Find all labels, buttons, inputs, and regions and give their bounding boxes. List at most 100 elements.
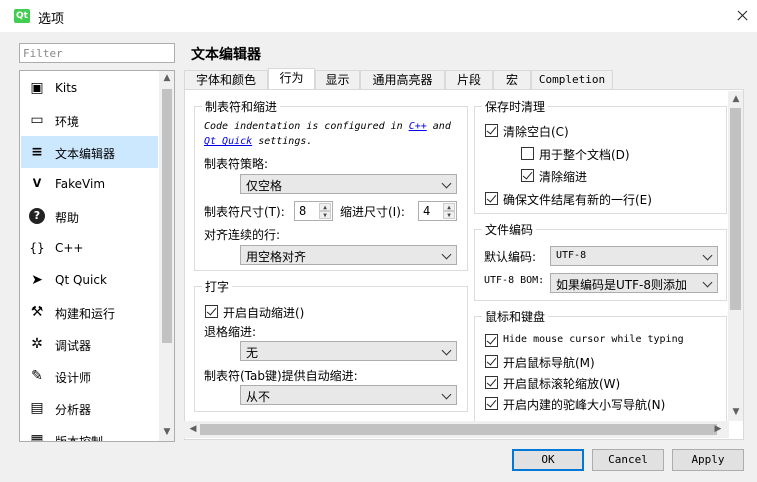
behavior-tab-panel: 制表符和缩进 Code indentation is configured in… <box>184 89 744 440</box>
scroll-down-icon[interactable]: ▼ <box>159 427 174 437</box>
sidebar-item-kits[interactable]: ▣ Kits <box>21 72 158 104</box>
tab-display[interactable]: 显示 <box>315 70 360 89</box>
group-title: 保存时清理 <box>482 98 549 115</box>
chevron-down-icon <box>441 178 452 189</box>
auto-indent-label: 开启自动缩进() <box>223 306 305 320</box>
clean-indentation-label: 清除缩进 <box>539 170 588 184</box>
help-icon: ? <box>29 208 45 224</box>
align-label: 对齐连续的行: <box>204 228 281 242</box>
spin-up-icon[interactable]: ▲ <box>319 203 331 211</box>
close-icon[interactable] <box>728 4 756 28</box>
indent-size-label: 缩进尺寸(I): <box>340 205 405 219</box>
filter-input[interactable] <box>23 44 173 62</box>
chevron-down-icon <box>441 345 452 356</box>
qt-logo-icon: Qt <box>14 9 30 23</box>
tab-policy-select[interactable]: 仅空格 <box>240 174 457 194</box>
tab-size-spinbox[interactable]: 8 ▲ ▼ <box>294 201 333 221</box>
default-encoding-label: 默认编码: <box>484 250 537 264</box>
indentation-info: Code indentation is configured in C++ an… <box>204 121 451 132</box>
sidebar-scrollbar[interactable]: ▲ ▼ <box>159 71 174 441</box>
scroll-left-icon[interactable]: ◀ <box>185 424 201 434</box>
utf8-bom-label: UTF-8 BOM: <box>484 275 545 286</box>
chevron-down-icon <box>702 277 713 288</box>
sidebar-item-fakevim[interactable]: ᐯ FakeVim <box>21 168 158 200</box>
tabs-indentation-group: 制表符和缩进 Code indentation is configured in… <box>194 98 468 271</box>
mouse-navigation-checkbox[interactable] <box>485 355 498 368</box>
clean-whitespace-label: 清除空白(C) <box>503 125 569 139</box>
chevron-down-icon <box>702 250 713 261</box>
clean-indentation-checkbox[interactable] <box>521 169 534 182</box>
mouse-keyboard-group: 鼠标和键盘 Hide mouse cursor while typing 开启鼠… <box>474 308 727 426</box>
wheel-zoom-label: 开启鼠标滚轮缩放(W) <box>503 377 621 391</box>
tab-key-select[interactable]: 从不 <box>240 385 457 405</box>
scroll-up-icon[interactable]: ▲ <box>159 73 174 83</box>
group-title: 打字 <box>202 278 233 295</box>
ok-button[interactable]: OK <box>512 449 584 471</box>
sidebar-item-debugger[interactable]: ✲ 调试器 <box>21 328 158 360</box>
tab-font-colors[interactable]: 字体和颜色 <box>184 70 268 89</box>
tab-size-label: 制表符尺寸(T): <box>204 205 285 219</box>
qtquick-settings-link[interactable]: Qt Quick <box>204 136 252 147</box>
tab-key-label: 制表符(Tab键)提供自动缩进: <box>204 369 358 383</box>
chevron-down-icon <box>441 389 452 400</box>
sidebar-item-version-control[interactable]: ▦ 版本控制 <box>21 424 158 442</box>
sidebar-item-help[interactable]: ? 帮助 <box>21 200 158 232</box>
mouse-navigation-label: 开启鼠标导航(M) <box>503 356 595 370</box>
indent-size-spinbox[interactable]: 4 ▲ ▼ <box>418 201 457 221</box>
panel-vertical-scrollbar[interactable]: ▲ ▼ <box>728 91 743 421</box>
auto-indent-checkbox[interactable] <box>205 305 218 318</box>
hide-cursor-label: Hide mouse cursor while typing <box>503 334 684 345</box>
scroll-down-icon[interactable]: ▼ <box>728 407 744 417</box>
scrollbar-thumb[interactable] <box>730 108 741 310</box>
camelcase-navigation-label: 开启内建的驼峰大小写导航(N) <box>503 398 666 412</box>
entire-document-label: 用于整个文档(D) <box>539 148 630 162</box>
panel-horizontal-scrollbar[interactable]: ◀ ▶ <box>184 421 729 438</box>
chevron-down-icon <box>441 249 452 260</box>
sidebar-item-build-run[interactable]: ⚒ 构建和运行 <box>21 296 158 328</box>
sidebar-item-qtquick[interactable]: ➤ Qt Quick <box>21 264 158 296</box>
default-encoding-select[interactable]: UTF-8 <box>550 246 718 266</box>
text-editor-icon: ≡ <box>31 144 43 160</box>
tab-snippets[interactable]: 片段 <box>445 70 493 89</box>
tab-macros[interactable]: 宏 <box>493 70 531 89</box>
scrollbar-thumb[interactable] <box>200 424 717 435</box>
category-sidebar: ▣ Kits ▭ 环境 ≡ 文本编辑器 ᐯ FakeVim ? 帮助 {} C+… <box>19 70 175 442</box>
pencil-icon: ✎ <box>31 368 43 384</box>
hide-cursor-checkbox[interactable] <box>485 334 498 347</box>
window-title: 选项 <box>38 12 65 27</box>
filter-field[interactable] <box>19 43 175 63</box>
braces-icon: {} <box>29 241 45 255</box>
file-encoding-group: 文件编码 默认编码: UTF-8 UTF-8 BOM: 如果编码是UTF-8则添… <box>474 221 727 301</box>
version-control-icon: ▦ <box>30 432 44 442</box>
cpp-settings-link[interactable]: C++ <box>409 121 427 132</box>
sidebar-item-cpp[interactable]: {} C++ <box>21 232 158 264</box>
indentation-info-line2: Qt Quick settings. <box>204 136 313 147</box>
tab-completion[interactable]: Completion <box>531 70 613 89</box>
entire-document-checkbox[interactable] <box>521 147 534 160</box>
tab-generic-highlighter[interactable]: 通用高亮器 <box>360 70 445 89</box>
utf8-bom-select[interactable]: 如果编码是UTF-8则添加 <box>550 273 718 293</box>
tab-behavior[interactable]: 行为 <box>268 68 315 90</box>
sidebar-item-text-editor[interactable]: ≡ 文本编辑器 <box>21 136 158 168</box>
spin-down-icon[interactable]: ▼ <box>319 211 331 219</box>
sidebar-item-environment[interactable]: ▭ 环境 <box>21 104 158 136</box>
kits-icon: ▣ <box>30 80 44 96</box>
clean-whitespace-checkbox[interactable] <box>485 124 498 137</box>
title-bar: Qt 选项 <box>0 0 757 32</box>
scroll-right-icon[interactable]: ▶ <box>710 424 726 434</box>
cancel-button[interactable]: Cancel <box>592 449 664 471</box>
backspace-select[interactable]: 无 <box>240 341 457 361</box>
sidebar-item-analyzer[interactable]: ▤ 分析器 <box>21 392 158 424</box>
spin-down-icon[interactable]: ▼ <box>443 211 455 219</box>
camelcase-navigation-checkbox[interactable] <box>485 397 498 410</box>
scrollbar-thumb[interactable] <box>162 89 172 343</box>
align-select[interactable]: 用空格对齐 <box>240 245 457 265</box>
wheel-zoom-checkbox[interactable] <box>485 376 498 389</box>
group-title: 制表符和缩进 <box>202 98 281 115</box>
spin-up-icon[interactable]: ▲ <box>443 203 455 211</box>
analyzer-icon: ▤ <box>30 400 44 416</box>
sidebar-item-designer[interactable]: ✎ 设计师 <box>21 360 158 392</box>
apply-button[interactable]: Apply <box>672 449 744 471</box>
scroll-up-icon[interactable]: ▲ <box>728 94 744 104</box>
ensure-newline-checkbox[interactable] <box>485 192 498 205</box>
